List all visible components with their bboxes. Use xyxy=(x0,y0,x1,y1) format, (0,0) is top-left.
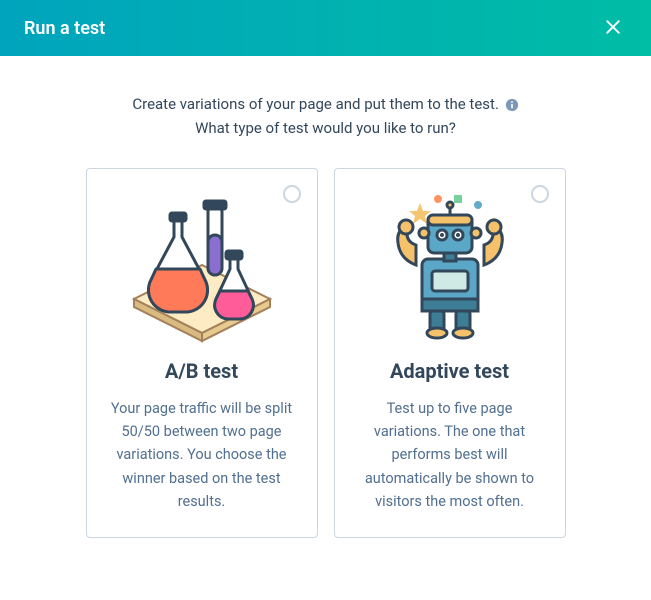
intro-line1: Create variations of your page and put t… xyxy=(132,95,499,113)
card-adaptive-test[interactable]: Adaptive test Test up to five page varia… xyxy=(334,168,566,538)
modal-title: Run a test xyxy=(24,18,105,39)
intro-line2: What type of test would you like to run? xyxy=(195,119,456,137)
close-icon xyxy=(603,17,623,40)
intro-text: Create variations of your page and put t… xyxy=(132,92,518,140)
radio-adaptive-test[interactable] xyxy=(531,185,549,203)
card-ab-test[interactable]: A/B test Your page traffic will be split… xyxy=(86,168,318,538)
option-cards: A/B test Your page traffic will be split… xyxy=(32,168,619,538)
run-test-modal: Run a test Create variations of your pag… xyxy=(0,0,651,600)
card-desc-adaptive: Test up to five page variations. The one… xyxy=(353,397,547,513)
card-title-ab: A/B test xyxy=(165,359,238,383)
radio-ab-test[interactable] xyxy=(283,185,301,203)
modal-content: Create variations of your page and put t… xyxy=(0,56,651,600)
modal-header: Run a test xyxy=(0,0,651,56)
close-button[interactable] xyxy=(599,13,627,44)
info-icon[interactable] xyxy=(505,98,519,112)
ab-test-illustration xyxy=(122,187,282,347)
card-desc-ab: Your page traffic will be split 50/50 be… xyxy=(105,397,299,513)
adaptive-test-illustration xyxy=(370,187,530,347)
card-title-adaptive: Adaptive test xyxy=(390,359,509,383)
